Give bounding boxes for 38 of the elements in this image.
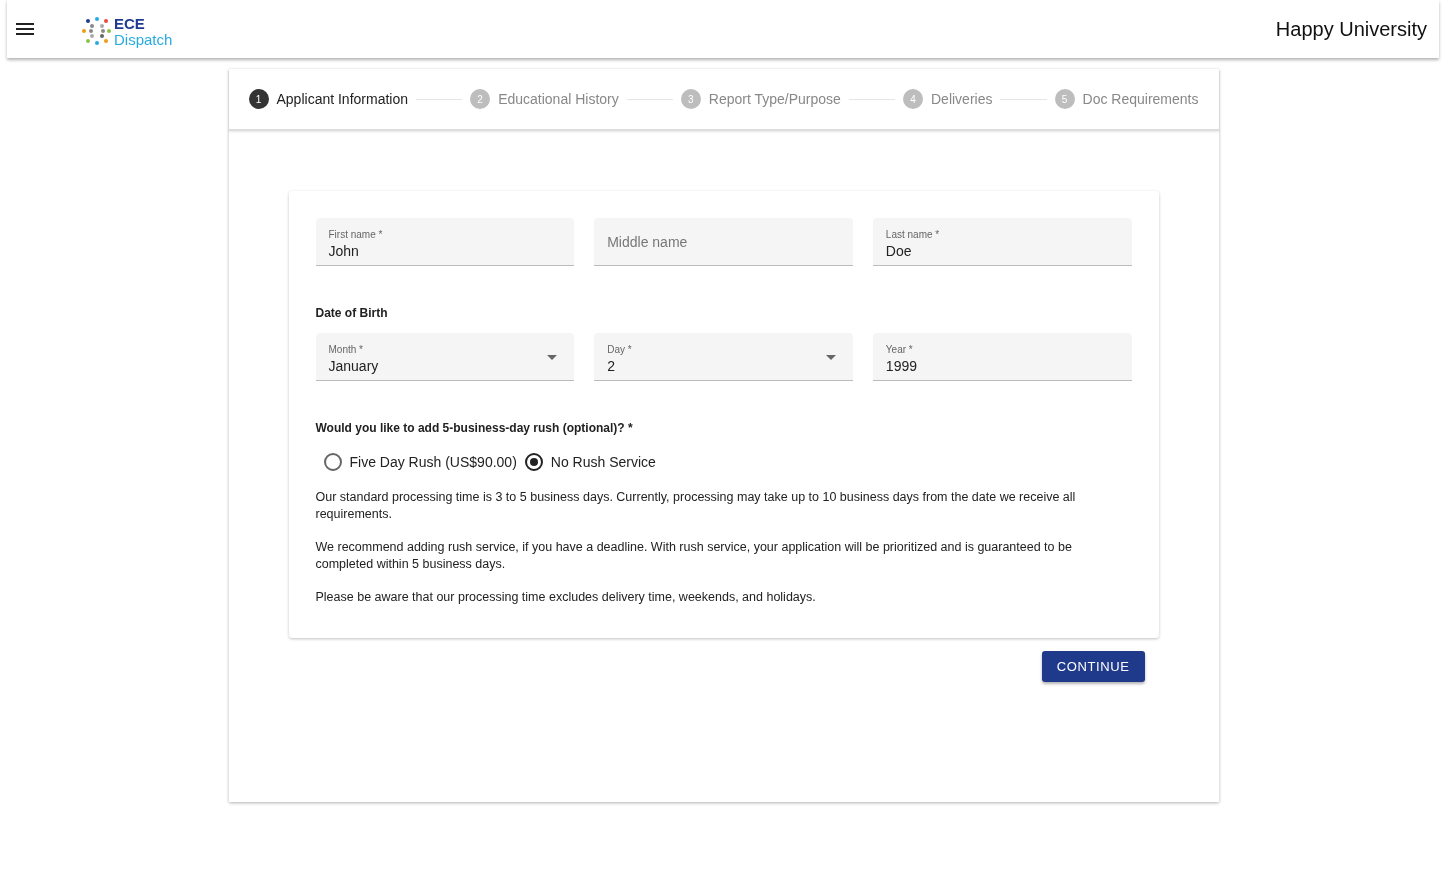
field-value: John — [328, 242, 359, 259]
radio-option[interactable]: Five Day Rush (US$90.00) — [323, 453, 517, 471]
field-label: Last name * — [885, 228, 940, 240]
step-label[interactable]: Report Type/Purpose — [708, 91, 841, 107]
field-label: Year * — [885, 343, 913, 355]
radio-option[interactable]: No Rush Service — [524, 453, 656, 471]
field-label: Day * — [607, 343, 632, 355]
dropdown-field[interactable]: Day * 2 — [594, 333, 853, 381]
logo-text: Dispatch — [114, 31, 173, 47]
section-heading: Date of Birth — [315, 306, 389, 320]
info-paragraph: Please be aware that our processing time excludes delivery time, weekends, and holidays. — [315, 589, 817, 606]
step-label[interactable]: Applicant Information — [276, 91, 409, 107]
text-field[interactable]: Middle name — [594, 218, 853, 266]
info-paragraph: Our standard processing time is 3 to 5 business days. Currently, processing may take up to 10 business days from the date we receive all requirements. — [315, 489, 1077, 523]
field-value: 1999 — [885, 357, 917, 374]
caret-icon — [547, 355, 558, 360]
continue-button[interactable]: CONTINUE — [1041, 651, 1145, 682]
menu-icon[interactable] — [16, 23, 34, 35]
university-title: Happy University — [1275, 17, 1427, 41]
step-label[interactable]: Doc Requirements — [1082, 91, 1199, 107]
question-text: Would you like to add 5-business-day rush (optional)? * — [315, 421, 634, 435]
field-value: 2 — [607, 357, 615, 374]
field-value: January — [328, 357, 379, 374]
text-field[interactable]: First name * John — [315, 218, 575, 266]
step-number[interactable]: 1 — [248, 89, 269, 109]
caret-icon — [825, 355, 836, 360]
text-field[interactable]: Last name * Doe — [872, 218, 1132, 266]
dropdown-field[interactable]: Month * January — [315, 333, 575, 381]
step-label[interactable]: Deliveries — [931, 91, 993, 107]
logo-icon — [81, 16, 111, 46]
logo-text: ECE — [114, 15, 146, 31]
text-field[interactable]: Year * 1999 — [872, 333, 1132, 381]
field-label: First name * — [328, 228, 383, 240]
field-placeholder: Middle name — [607, 233, 688, 250]
step-label[interactable]: Educational History — [498, 91, 619, 107]
field-value: Doe — [885, 242, 912, 259]
field-label: Month * — [328, 343, 363, 355]
info-paragraph: We recommend adding rush service, if you have a deadline. With rush service, your application will be prioritized and is guaranteed to be completed within 5 business days. — [315, 539, 1073, 573]
